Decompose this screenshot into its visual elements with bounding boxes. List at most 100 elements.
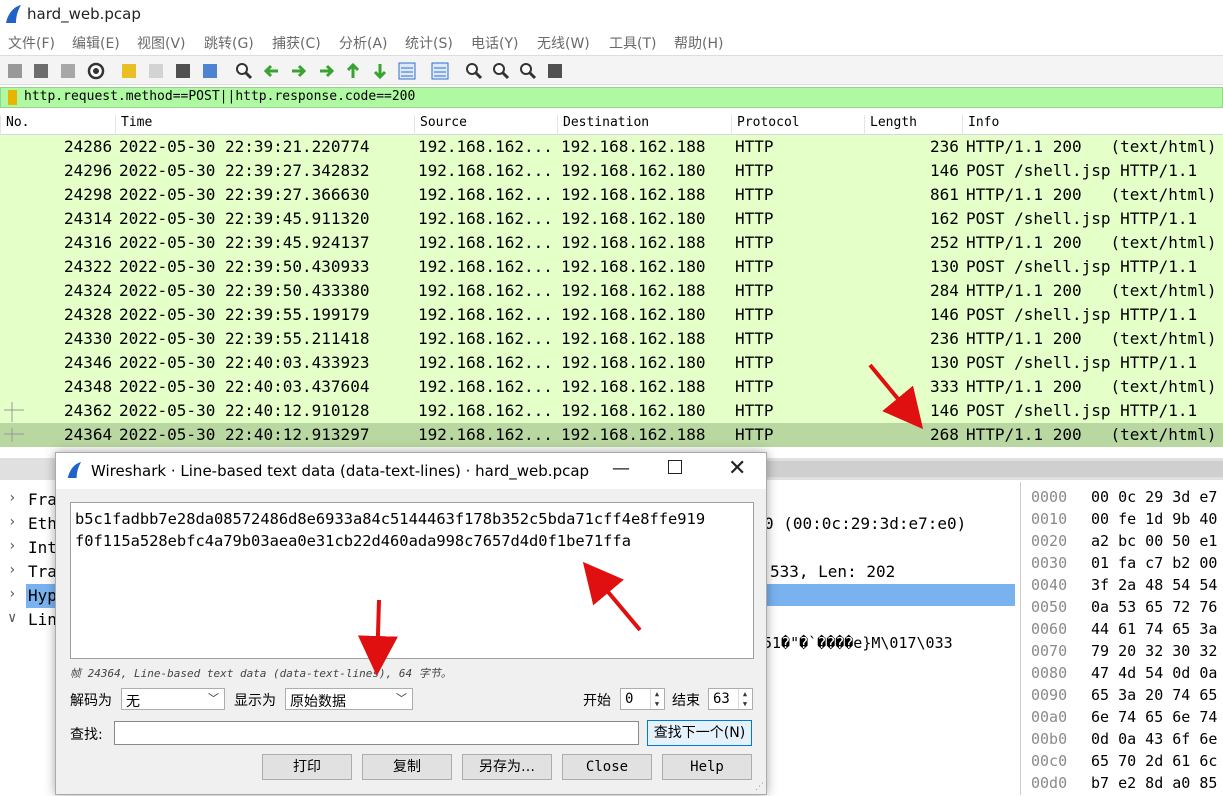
chevron-down-icon[interactable]: ∨ xyxy=(8,610,16,626)
hex-row[interactable]: 0040 3f 2a 48 54 54 xyxy=(1021,574,1223,598)
hex-row[interactable]: 0080 47 4d 54 0d 0a xyxy=(1021,662,1223,686)
hex-row[interactable]: 0010 00 fe 1d 9b 40 xyxy=(1021,508,1223,532)
packet-row[interactable]: 24330 2022-05-30 22:39:55.211418 192.168.1… xyxy=(0,327,1223,351)
packet-bytes-pane[interactable]: 0000 00 0c 29 3d e7 0010 00 fe 1d 9b 40 0020… xyxy=(1020,482,1223,795)
menu-item-0[interactable]: 文件(F) xyxy=(8,33,55,53)
display-filter-bar[interactable]: http.request.method==POST||http.response… xyxy=(0,87,1223,108)
menu-item-7[interactable]: 电话(Y) xyxy=(471,33,518,53)
menu-item-6[interactable]: 统计(S) xyxy=(405,33,453,53)
chevron-right-icon[interactable]: › xyxy=(8,490,16,506)
horizontal-scrollbar[interactable] xyxy=(765,461,1223,477)
options-icon[interactable] xyxy=(86,61,106,81)
packet-row[interactable]: 24328 2022-05-30 22:39:55.199179 192.168.1… xyxy=(0,303,1223,327)
save-as-button[interactable]: 另存为… xyxy=(462,754,552,780)
file-icon[interactable] xyxy=(146,61,166,81)
text-data-view[interactable]: b5c1fadbb7e28da08572486d8e6933a84c514446… xyxy=(70,502,754,659)
menu-item-3[interactable]: 跳转(G) xyxy=(204,33,254,53)
normal-size-icon[interactable] xyxy=(518,61,538,81)
hex-row[interactable]: 0020 a2 bc 00 50 e1 xyxy=(1021,530,1223,554)
packet-protocol: HTTP xyxy=(735,233,774,252)
zoom-out-icon[interactable] xyxy=(491,61,511,81)
display-filter-input[interactable]: http.request.method==POST||http.response… xyxy=(24,89,415,104)
menu-item-5[interactable]: 分析(A) xyxy=(339,33,388,53)
hex-bytes: 3f 2a 48 54 54 xyxy=(1091,576,1218,594)
hex-row[interactable]: 0050 0a 53 65 72 76 xyxy=(1021,596,1223,620)
chevron-right-icon[interactable]: › xyxy=(8,538,16,554)
go-forward-icon[interactable] xyxy=(288,61,308,81)
find-packet-icon[interactable] xyxy=(234,61,254,81)
reload-icon[interactable] xyxy=(200,61,220,81)
end-label: 结束 xyxy=(672,693,700,709)
minimize-icon[interactable]: — xyxy=(612,458,630,479)
zoom-in-icon[interactable] xyxy=(464,61,484,81)
hex-row[interactable]: 0070 79 20 32 30 32 xyxy=(1021,640,1223,664)
chevron-right-icon[interactable]: › xyxy=(8,514,16,530)
stop-capture-icon[interactable] xyxy=(31,61,51,81)
hex-row[interactable]: 00a0 6e 74 65 6e 74 xyxy=(1021,706,1223,730)
colorize-icon[interactable] xyxy=(430,61,450,81)
packet-row[interactable]: 24364 2022-05-30 22:40:12.913297 192.168.1… xyxy=(0,423,1223,447)
chevron-right-icon[interactable]: › xyxy=(8,586,16,602)
bookmark-icon[interactable] xyxy=(8,90,17,105)
menu-item-10[interactable]: 帮助(H) xyxy=(674,33,723,53)
packet-info: HTTP/1.1 200 (text/html) xyxy=(966,137,1217,156)
maximize-icon[interactable] xyxy=(668,460,682,474)
packet-row[interactable]: 24346 2022-05-30 22:40:03.433923 192.168.1… xyxy=(0,351,1223,375)
go-to-packet-icon[interactable] xyxy=(316,61,336,81)
hex-row[interactable]: 00c0 65 70 2d 61 6c xyxy=(1021,750,1223,774)
close-button[interactable]: Close xyxy=(562,754,652,780)
packet-list[interactable]: 24286 2022-05-30 22:39:21.220774 192.168.1… xyxy=(0,135,1223,447)
start-capture-icon[interactable] xyxy=(5,61,25,81)
spin-arrows-icon[interactable]: ▲ ▼ xyxy=(650,689,663,709)
go-back-icon[interactable] xyxy=(262,61,282,81)
packet-row[interactable]: 24286 2022-05-30 22:39:21.220774 192.168.1… xyxy=(0,135,1223,159)
packet-row[interactable]: 24322 2022-05-30 22:39:50.430933 192.168.1… xyxy=(0,255,1223,279)
hex-bytes: 0d 0a 43 6f 6e xyxy=(1091,730,1218,748)
find-input[interactable] xyxy=(114,721,639,745)
resize-grip-icon[interactable]: ⋰ xyxy=(755,782,764,792)
menu-item-8[interactable]: 无线(W) xyxy=(537,33,590,53)
start-spinbox[interactable]: 0 ▲ ▼ xyxy=(620,688,665,710)
hex-row[interactable]: 0000 00 0c 29 3d e7 xyxy=(1021,486,1223,510)
hex-row[interactable]: 0030 01 fa c7 b2 00 xyxy=(1021,552,1223,576)
last-packet-icon[interactable] xyxy=(370,61,390,81)
restart-capture-icon[interactable] xyxy=(58,61,78,81)
packet-row[interactable]: 24316 2022-05-30 22:39:45.924137 192.168.1… xyxy=(0,231,1223,255)
find-next-button[interactable]: 查找下一个(N) xyxy=(647,720,752,746)
packet-row[interactable]: 24296 2022-05-30 22:39:27.342832 192.168.1… xyxy=(0,159,1223,183)
show-as-value: 原始数据 xyxy=(290,694,346,710)
spin-arrows-icon[interactable]: ▲ ▼ xyxy=(738,689,751,709)
menu-item-4[interactable]: 捕获(C) xyxy=(272,33,321,53)
hex-row[interactable]: 00b0 0d 0a 43 6f 6e xyxy=(1021,728,1223,752)
packet-row[interactable]: 24324 2022-05-30 22:39:50.433380 192.168.1… xyxy=(0,279,1223,303)
decode-as-select[interactable]: 无 ﹀ xyxy=(121,688,225,710)
copy-button[interactable]: 复制 xyxy=(362,754,452,780)
hex-row[interactable]: 0060 44 61 74 65 3a xyxy=(1021,618,1223,642)
hex-row[interactable]: 0090 65 3a 20 74 65 xyxy=(1021,684,1223,708)
open-file-icon[interactable] xyxy=(119,61,139,81)
menu-item-1[interactable]: 编辑(E) xyxy=(72,33,120,53)
end-spinbox[interactable]: 63 ▲ ▼ xyxy=(708,688,753,710)
packet-row[interactable]: 24348 2022-05-30 22:40:03.437604 192.168.1… xyxy=(0,375,1223,399)
autoscroll-icon[interactable] xyxy=(397,61,417,81)
menu-item-9[interactable]: 工具(T) xyxy=(609,33,656,53)
help-button[interactable]: Help xyxy=(662,754,752,780)
chevron-right-icon[interactable]: › xyxy=(8,562,16,578)
packet-row[interactable]: 24362 2022-05-30 22:40:12.910128 192.168.1… xyxy=(0,399,1223,423)
first-packet-icon[interactable] xyxy=(343,61,363,81)
show-as-select[interactable]: 原始数据 ﹀ xyxy=(285,688,413,710)
packet-time: 2022-05-30 22:39:55.211418 xyxy=(119,329,370,348)
packet-no: 24328 xyxy=(64,305,113,324)
packet-protocol: HTTP xyxy=(735,281,774,300)
chevron-down-icon: ﹀ xyxy=(396,692,407,705)
packet-row[interactable]: 24298 2022-05-30 22:39:27.366630 192.168.1… xyxy=(0,183,1223,207)
packet-info: POST /shell.jsp HTTP/1.1 xyxy=(966,209,1198,228)
hex-offset: 00c0 xyxy=(1031,752,1068,770)
packet-row[interactable]: 24314 2022-05-30 22:39:45.911320 192.168.1… xyxy=(0,207,1223,231)
close-icon[interactable]: ✕ xyxy=(728,456,746,481)
menu-item-2[interactable]: 视图(V) xyxy=(137,33,186,53)
hex-row[interactable]: 00d0 b7 e2 8d a0 85 xyxy=(1021,772,1223,796)
print-button[interactable]: 打印 xyxy=(262,754,352,780)
resize-columns-icon[interactable] xyxy=(545,61,565,81)
close-file-icon[interactable] xyxy=(173,61,193,81)
